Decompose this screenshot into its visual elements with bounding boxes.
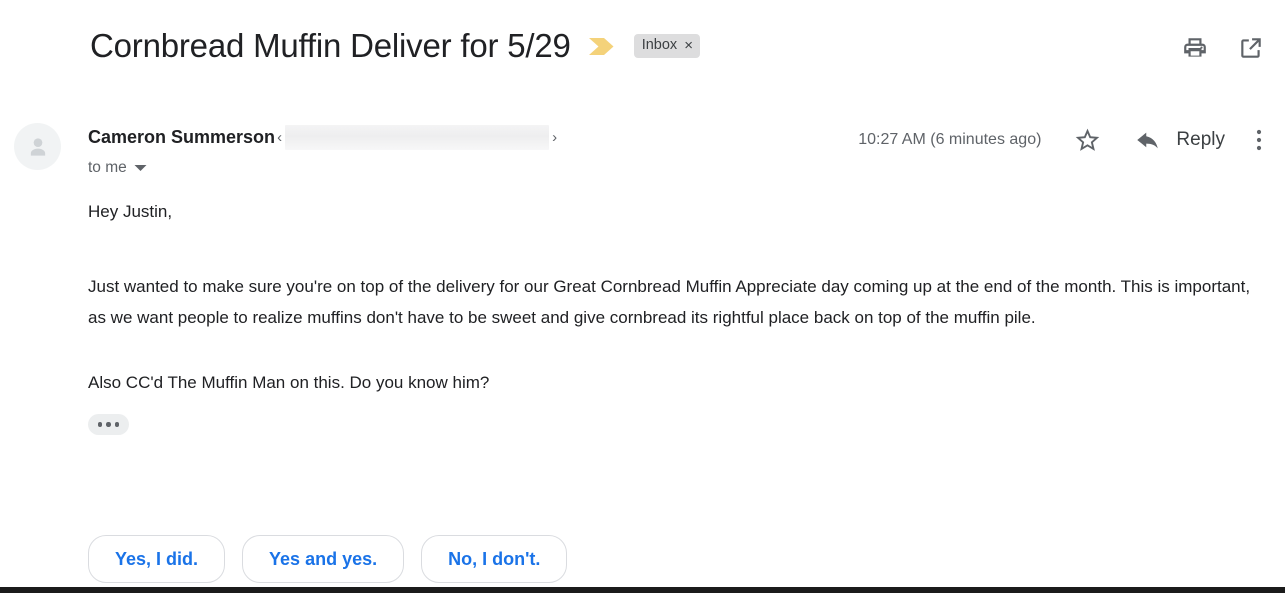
page-title: Cornbread Muffin Deliver for 5/29: [90, 27, 571, 64]
body-greeting: Hey Justin,: [88, 202, 173, 221]
smart-reply-button-1[interactable]: Yes, I did.: [88, 535, 226, 583]
reply-label: Reply: [1176, 129, 1225, 150]
more-vertical-icon: [1256, 129, 1262, 151]
redacted-email-address: [285, 124, 550, 150]
chevron-down-icon[interactable]: [134, 159, 147, 177]
more-options-button[interactable]: [1255, 126, 1263, 154]
ellipsis-icon-dot: [106, 422, 111, 427]
person-avatar-icon: [30, 137, 45, 156]
sender-block: Cameron Summerson ‹ › to me: [88, 124, 559, 177]
star-button[interactable]: [1074, 127, 1101, 154]
timestamp: 10:27 AM (6 minutes ago): [858, 131, 1042, 148]
message-meta-actions: 10:27 AM (6 minutes ago) Reply: [858, 126, 1263, 154]
email-message-view: Cornbread Muffin Deliver for 5/29 Inbox …: [0, 0, 1285, 593]
sender-line: Cameron Summerson ‹ ›: [88, 124, 559, 150]
important-chevron-icon[interactable]: [588, 37, 615, 56]
show-trimmed-content-button[interactable]: [88, 414, 129, 435]
smart-reply-button-2[interactable]: Yes and yes.: [242, 535, 405, 583]
ellipsis-icon-dot: [114, 422, 120, 427]
recipient-line[interactable]: to me: [88, 159, 559, 177]
address-angle-close: ›: [552, 128, 558, 146]
sender-name[interactable]: Cameron Summerson: [88, 127, 275, 148]
message-body: Hey Justin, Just wanted to make sure you…: [88, 196, 1268, 435]
address-angle-open: ‹: [277, 128, 283, 146]
reply-button[interactable]: Reply: [1135, 127, 1225, 154]
star-outline-icon: [1076, 128, 1100, 151]
remove-label-icon[interactable]: ×: [684, 38, 693, 53]
avatar[interactable]: [14, 123, 61, 170]
body-paragraph-1: Just wanted to make sure you're on top o…: [88, 276, 1251, 328]
reply-arrow-icon: [1137, 132, 1159, 148]
header-actions: [1181, 34, 1265, 62]
label-chip-inbox[interactable]: Inbox ×: [633, 34, 700, 58]
ellipsis-icon-dot: [97, 422, 103, 427]
smart-reply-bar: Yes, I did. Yes and yes. No, I don't.: [88, 535, 568, 583]
open-in-new-window-button[interactable]: [1237, 34, 1265, 62]
smart-reply-button-3[interactable]: No, I don't.: [421, 535, 568, 583]
body-paragraph-2: Also CC'd The Muffin Man on this. Do you…: [88, 372, 490, 392]
print-button[interactable]: [1181, 34, 1209, 62]
recipient-label: to me: [88, 159, 127, 176]
subject-row: Cornbread Muffin Deliver for 5/29 Inbox …: [90, 24, 700, 68]
label-chip-name: Inbox: [641, 37, 678, 54]
